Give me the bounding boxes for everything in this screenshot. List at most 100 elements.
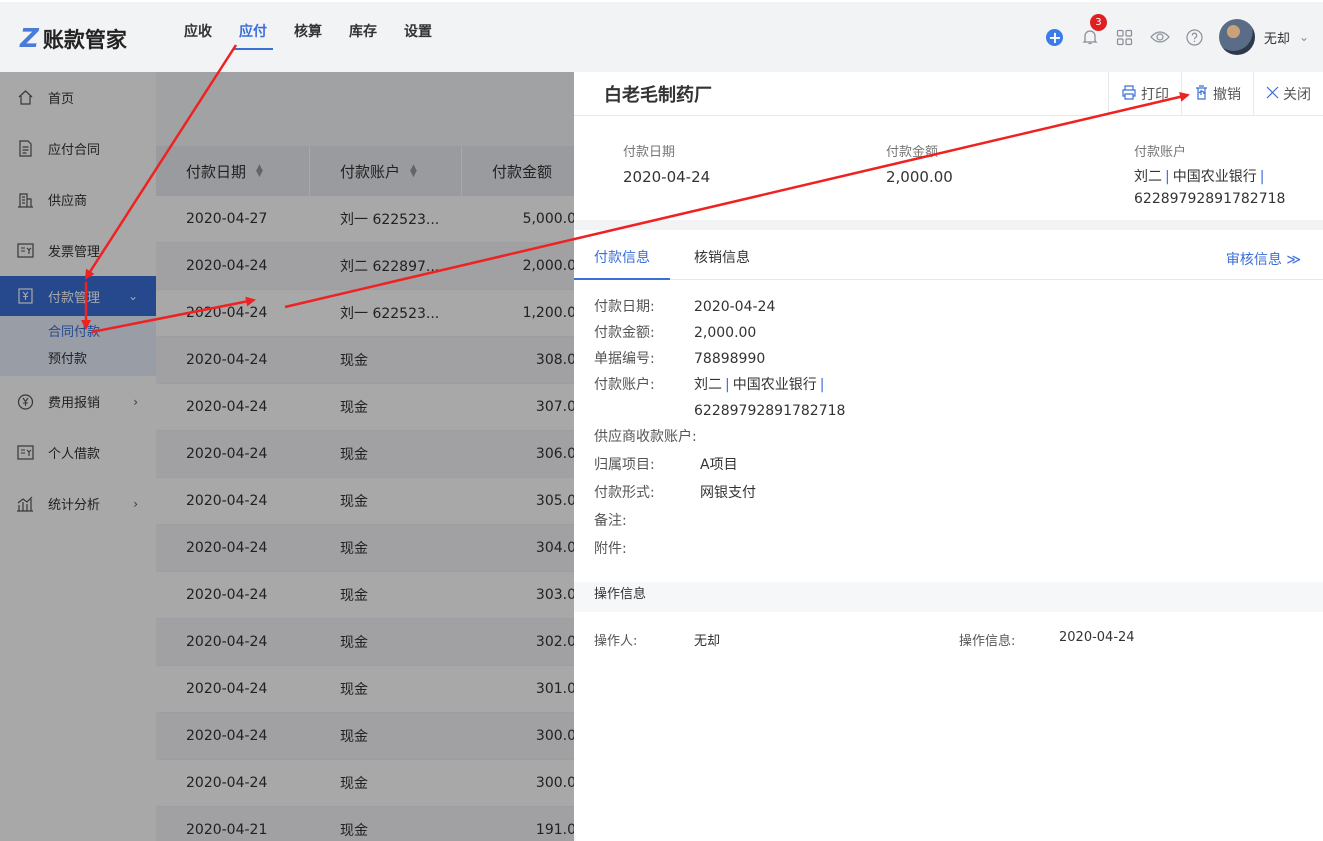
sidebar-item-invoices[interactable]: 发票管理 bbox=[0, 225, 156, 276]
cell-account: 刘一 622523... bbox=[340, 306, 440, 322]
cell-amount: 305.0 bbox=[535, 493, 576, 509]
cell-account: 现金 bbox=[340, 447, 368, 463]
sort-icon[interactable]: ▲ ▼ bbox=[410, 164, 417, 179]
sort-icon[interactable]: ▲ ▼ bbox=[256, 164, 263, 179]
operation-info-label: 操作信息: bbox=[959, 634, 1016, 649]
detail-tabs: 付款信息 核销信息 审核信息 ≫ bbox=[574, 240, 1323, 280]
info-value: 网银支付 bbox=[700, 485, 756, 501]
grid-icon bbox=[1117, 29, 1133, 45]
app-logo[interactable]: Z 账款管家 bbox=[20, 24, 127, 54]
info-label: 付款形式: bbox=[594, 485, 655, 501]
info-row-project: 归属项目: A项目 bbox=[574, 452, 1323, 478]
table-row[interactable]: 2020-04-24 现金 304.0 bbox=[156, 525, 576, 572]
avatar[interactable] bbox=[1218, 19, 1255, 55]
cell-date: 2020-04-24 bbox=[186, 352, 268, 368]
logo-mark: Z bbox=[20, 24, 39, 54]
cell-date: 2020-04-24 bbox=[186, 540, 268, 556]
sidebar-item-suppliers[interactable]: 供应商 bbox=[0, 174, 156, 225]
sidebar-item-home[interactable]: 首页 bbox=[0, 72, 156, 123]
table-row[interactable]: 2020-04-27 刘一 622523... 5,000.0 bbox=[156, 196, 576, 243]
payment-info-list: 付款日期: 2020-04-24 付款金额: 2,000.00 单据编号: 78898… bbox=[574, 280, 1323, 562]
table-row[interactable]: 2020-04-24 现金 303.0 bbox=[156, 572, 576, 619]
print-button[interactable]: 打印 bbox=[1108, 72, 1181, 116]
cell-amount: 5,000.0 bbox=[522, 211, 576, 227]
sidebar-item-label: 首页 bbox=[48, 92, 75, 107]
tab-payment-info[interactable]: 付款信息 bbox=[574, 240, 670, 280]
username[interactable]: 无却 bbox=[1264, 28, 1290, 47]
info-label: 归属项目: bbox=[594, 457, 655, 473]
chevron-down-icon[interactable]: ⌄ bbox=[1299, 30, 1309, 44]
table-row[interactable]: 2020-04-24 刘一 622523... 1,200.0 bbox=[156, 290, 576, 337]
summary-value: 2,000.00 bbox=[886, 168, 953, 186]
cell-amount: 300.0 bbox=[535, 728, 576, 744]
help-icon bbox=[1186, 28, 1204, 46]
table-row[interactable]: 2020-04-24 现金 300.0 bbox=[156, 713, 576, 760]
table-row[interactable]: 2020-04-24 现金 302.0 bbox=[156, 619, 576, 666]
sidebar-item-label: 供应商 bbox=[48, 194, 88, 209]
sidebar-item-payment-management[interactable]: 付款管理 ⌄ bbox=[0, 276, 156, 316]
payment-summary: 付款日期 2020-04-24 付款金额 2,000.00 付款账户 刘二 | 中国… bbox=[574, 116, 1323, 230]
summary-value: 2020-04-24 bbox=[623, 168, 711, 186]
top-nav: 应收 应付 核算 库存 设置 bbox=[174, 2, 449, 72]
summary-label: 付款账户 bbox=[1134, 145, 1187, 160]
apps-button[interactable] bbox=[1115, 27, 1135, 47]
summary-label: 付款日期 bbox=[623, 145, 676, 160]
loan-icon bbox=[16, 444, 34, 462]
nav-item-accounting[interactable]: 核算 bbox=[284, 2, 332, 72]
table-body: 2020-04-27 刘一 622523... 5,000.0 2020-04-24 刘… bbox=[156, 196, 576, 841]
table-row[interactable]: 2020-04-24 现金 307.0 bbox=[156, 384, 576, 431]
cell-account: 现金 bbox=[340, 400, 368, 416]
help-button[interactable] bbox=[1185, 27, 1205, 47]
info-value: A项目 bbox=[700, 457, 738, 473]
column-header-date[interactable]: 付款日期 ▲ ▼ bbox=[156, 146, 310, 196]
notification-button[interactable]: 3 bbox=[1080, 14, 1107, 47]
cell-amount: 300.0 bbox=[535, 775, 576, 791]
column-header-label: 付款日期 bbox=[186, 162, 247, 181]
table-row[interactable]: 2020-04-24 现金 308.0 bbox=[156, 337, 576, 384]
sidebar: 首页 应付合同 供应商 发票管理 付款管理 ⌄ 合同付款 预付款 费用报销 › … bbox=[0, 72, 156, 841]
panel-actions: 打印 撤销 关闭 bbox=[1108, 72, 1323, 116]
close-icon bbox=[1266, 85, 1279, 103]
sidebar-subitem-prepayment[interactable]: 预付款 bbox=[0, 346, 156, 373]
preview-button[interactable] bbox=[1150, 27, 1170, 47]
sidebar-item-contracts[interactable]: 应付合同 bbox=[0, 123, 156, 174]
top-bar: Z 账款管家 应收 应付 核算 库存 设置 + 3 无却 ⌄ bbox=[0, 0, 1323, 72]
column-header-amount[interactable]: 付款金额 bbox=[462, 146, 576, 196]
info-value: 78898990 bbox=[694, 351, 766, 367]
operator-value: 无却 bbox=[694, 634, 721, 649]
cell-account: 现金 bbox=[340, 353, 368, 369]
close-button[interactable]: 关闭 bbox=[1253, 72, 1323, 116]
sidebar-subitem-contract-payment[interactable]: 合同付款 bbox=[0, 319, 156, 346]
sidebar-item-reimbursement[interactable]: 费用报销 › bbox=[0, 376, 156, 427]
sidebar-item-statistics[interactable]: 统计分析 › bbox=[0, 478, 156, 529]
summary-label: 付款金额 bbox=[886, 145, 939, 160]
cell-date: 2020-04-21 bbox=[186, 822, 268, 838]
add-button[interactable]: + bbox=[1045, 27, 1065, 47]
table-row[interactable]: 2020-04-24 现金 305.0 bbox=[156, 478, 576, 525]
summary-account: 付款账户 刘二 | 中国农业银行 | 62289792891782718 bbox=[1134, 141, 1285, 210]
sidebar-item-personal-loan[interactable]: 个人借款 bbox=[0, 427, 156, 478]
column-header-account[interactable]: 付款账户 ▲ ▼ bbox=[310, 146, 462, 196]
nav-item-inventory[interactable]: 库存 bbox=[339, 2, 387, 72]
info-row-remark: 备注: bbox=[574, 508, 1323, 534]
panel-header: 白老毛制药厂 打印 撤销 关闭 bbox=[574, 72, 1323, 116]
revoke-button[interactable]: 撤销 bbox=[1181, 72, 1253, 116]
table-row[interactable]: 2020-04-24 刘二 622897... 2,000.0 bbox=[156, 243, 576, 290]
cell-date: 2020-04-24 bbox=[186, 258, 268, 274]
audit-info-link[interactable]: 审核信息 ≫ bbox=[1226, 249, 1301, 269]
nav-item-payable[interactable]: 应付 bbox=[229, 2, 277, 72]
payment-table: 付款日期 ▲ ▼ 付款账户 ▲ ▼ 付款金额 2020-04-27 刘一 622523..… bbox=[156, 146, 576, 841]
table-row[interactable]: 2020-04-24 现金 300.0 bbox=[156, 760, 576, 807]
table-row[interactable]: 2020-04-21 现金 191.0 bbox=[156, 807, 576, 841]
table-row[interactable]: 2020-04-24 现金 306.0 bbox=[156, 431, 576, 478]
nav-item-settings[interactable]: 设置 bbox=[394, 2, 442, 72]
tab-writeoff-info[interactable]: 核销信息 bbox=[694, 240, 750, 280]
nav-item-receivable[interactable]: 应收 bbox=[174, 2, 222, 72]
account-bank: 中国农业银行 bbox=[732, 377, 817, 393]
info-label: 备注: bbox=[594, 513, 627, 529]
cell-date: 2020-04-24 bbox=[186, 446, 268, 462]
account-number: 62289792891782718 bbox=[694, 403, 846, 419]
table-row[interactable]: 2020-04-24 现金 301.0 bbox=[156, 666, 576, 713]
info-label: 付款日期: bbox=[594, 299, 655, 315]
table-header: 付款日期 ▲ ▼ 付款账户 ▲ ▼ 付款金额 bbox=[156, 146, 576, 196]
